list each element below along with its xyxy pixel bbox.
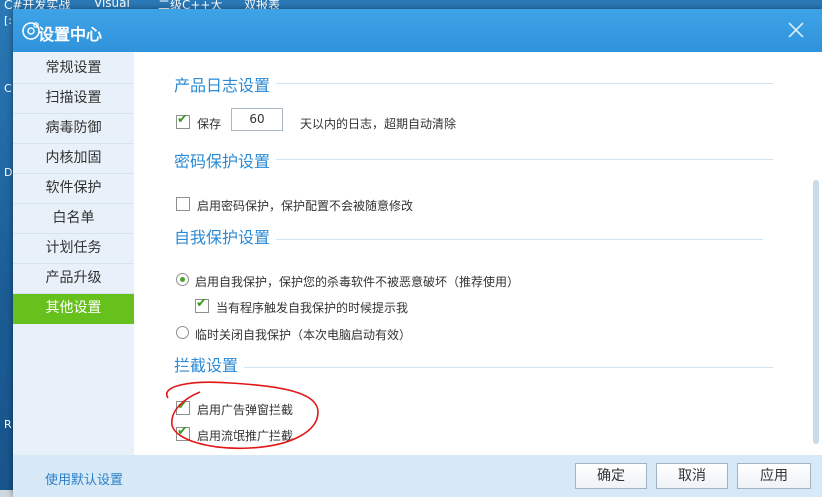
title-bar[interactable]: 设置中心 [13,9,822,52]
sidebar-item-scan[interactable]: 扫描设置 [13,84,134,114]
desktop-icon-label: D [4,166,13,179]
self-protect-notify-checkbox[interactable]: ✔ [195,296,209,313]
sidebar-item-label: 计划任务 [45,240,102,256]
sidebar-item-label: 扫描设置 [45,90,102,106]
settings-sidebar: 常规设置 扫描设置 病毒防御 内核加固 软件保护 白名单 计划任务 产品升级 其… [13,52,141,455]
content-scrollbar[interactable] [813,180,819,444]
dialog-title: 设置中心 [38,25,103,44]
sidebar-item-kernel[interactable]: 内核加固 [13,144,134,174]
dialog-footer: 使用默认设置 确定 取消 应用 [13,455,822,497]
cancel-button[interactable]: 取消 [656,463,728,489]
check-icon: ✔ [177,398,188,413]
keep-log-checkbox[interactable]: ✔ [176,112,190,129]
apply-button[interactable]: 应用 [737,463,811,489]
check-icon: ✔ [177,112,188,127]
check-icon: ✔ [177,424,188,439]
sidebar-item-label: 常规设置 [45,60,102,76]
restore-defaults-link[interactable]: 使用默认设置 [45,469,123,488]
self-protect-temp-off-radio[interactable] [176,326,189,339]
check-icon: ✔ [196,296,207,311]
sidebar-item-label: 内核加固 [45,150,102,166]
settings-content: 产品日志设置 ✔ 保存 60 天以内的日志，超期自动清除 密码保护设置 启用密码… [134,52,822,455]
popup-ad-intercept-checkbox[interactable]: ✔ [176,398,190,415]
section-divider [244,367,773,368]
close-icon[interactable] [785,19,807,41]
self-protect-notify-label: 当有程序触发自我保护的时候提示我 [216,301,409,315]
sidebar-item-label: 其他设置 [45,300,102,316]
desktop-icon-label: [: [4,14,12,27]
desktop-icon-label: C [4,82,12,95]
log-days-input[interactable]: 60 [231,108,283,131]
sidebar-item-virus-defense[interactable]: 病毒防御 [13,114,134,144]
keep-log-label: 保存 [197,117,222,131]
sidebar-item-label: 产品升级 [45,270,102,286]
log-days-suffix: 天以内的日志，超期自动清除 [300,117,457,131]
rogue-promo-intercept-checkbox[interactable]: ✔ [176,424,190,441]
rogue-promo-intercept-label: 启用流氓推广拦截 [197,429,294,443]
ok-button[interactable]: 确定 [575,463,647,489]
sidebar-item-other-settings[interactable]: 其他设置 [13,294,141,324]
section-divider [276,239,763,240]
self-protect-temp-off-label: 临时关闭自我保护（本次电脑启动有效） [195,328,412,342]
section-title-password: 密码保护设置 [174,152,271,171]
section-divider [276,83,773,84]
sidebar-item-whitelist[interactable]: 白名单 [13,204,134,234]
section-title-intercept: 拦截设置 [174,356,239,375]
section-title-self-protect: 自我保护设置 [174,228,271,247]
section-divider [276,159,773,160]
sidebar-item-general[interactable]: 常规设置 [13,54,134,84]
password-protect-checkbox[interactable] [176,197,190,211]
desktop-icon-label: R [4,418,12,431]
radio-selected-dot [180,277,185,282]
self-protect-enable-label: 启用自我保护，保护您的杀毒软件不被恶意破坏（推荐使用） [195,275,520,289]
sidebar-item-label: 白名单 [52,210,95,226]
password-protect-label: 启用密码保护，保护配置不会被随意修改 [197,199,414,213]
sidebar-item-label: 病毒防御 [45,120,102,136]
sidebar-item-upgrade[interactable]: 产品升级 [13,264,134,294]
self-protect-enable-radio[interactable] [176,273,189,286]
sidebar-item-scheduled-tasks[interactable]: 计划任务 [13,234,134,264]
sidebar-item-software-protect[interactable]: 软件保护 [13,174,134,204]
section-title-log: 产品日志设置 [174,76,271,95]
sidebar-item-label: 软件保护 [45,180,102,196]
popup-ad-intercept-label: 启用广告弹窗拦截 [197,403,294,417]
settings-dialog: 设置中心 常规设置 扫描设置 病毒防御 内核加固 软件保护 白名单 计划任务 产… [13,9,822,497]
